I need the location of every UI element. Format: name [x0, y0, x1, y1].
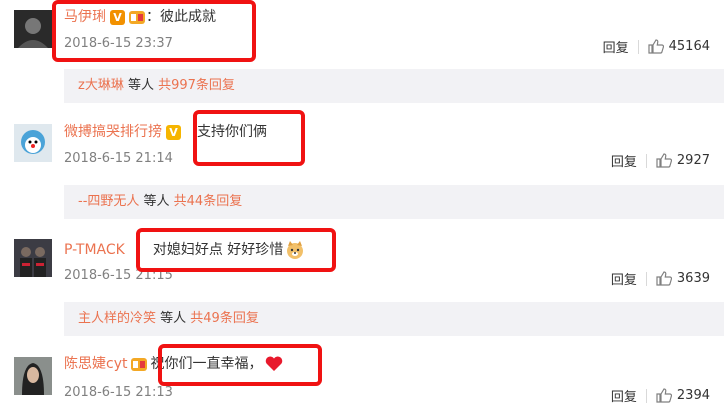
comment-text: 祝你们一直幸福，	[150, 356, 263, 372]
timestamp: 2018-6-15 21:15	[64, 268, 173, 283]
username-link[interactable]: 微搏搞哭排行搒	[64, 121, 162, 143]
comment-actions: 回复 3639	[611, 269, 710, 288]
like-button[interactable]: 2394	[656, 388, 710, 403]
divider	[637, 39, 639, 54]
reply-user-link[interactable]: 主人样的冷笑	[78, 311, 156, 326]
like-button[interactable]: 45164	[648, 39, 710, 54]
comment-item: 陈思婕cyt 祝你们一直幸福， 2018-6-15 21:13 回复 2394	[0, 345, 724, 417]
like-button[interactable]: 3639	[656, 271, 710, 286]
comment-item: 微搏搞哭排行搒 V 支持你们俩 2018-6-15 21:14 回复 2927	[0, 110, 724, 182]
avatar[interactable]	[14, 357, 52, 395]
reply-summary-text: 等人	[123, 78, 159, 93]
verified-badge-icon: V	[166, 124, 181, 140]
like-count: 2927	[676, 153, 710, 168]
avatar[interactable]	[14, 239, 52, 277]
like-count: 3639	[676, 271, 710, 286]
comment-text: 对媳妇好点 好好珍惜	[152, 242, 284, 258]
reply-summary-text: 等人	[139, 194, 174, 209]
reply-button[interactable]: 回复	[603, 37, 629, 56]
timestamp: 2018-6-15 21:13	[64, 385, 173, 400]
reply-button[interactable]: 回复	[611, 386, 637, 405]
like-count: 45164	[668, 39, 710, 54]
timestamp: 2018-6-15 21:14	[64, 151, 173, 166]
divider	[645, 153, 647, 168]
comment-text: 支持你们俩	[197, 124, 267, 140]
thumbs-up-icon	[648, 39, 664, 54]
medal-icon	[128, 8, 146, 26]
reply-user-link[interactable]: --四野无人	[78, 194, 139, 209]
heart-emoji-icon	[264, 354, 284, 374]
reply-summary: z大琳琳 等人 共997条回复	[64, 69, 724, 103]
username-link[interactable]: 马伊琍	[64, 6, 106, 28]
thumbs-up-icon	[656, 271, 672, 286]
reply-count-link[interactable]: 共44条回复	[174, 194, 243, 209]
comment-actions: 回复 2927	[611, 151, 710, 170]
comment-actions: 回复 2394	[611, 386, 710, 405]
comment-item: P-TMACK 对媳妇好点 好好珍惜 2018-6-15 21:15 回复 36…	[0, 225, 724, 297]
like-button[interactable]: 2927	[656, 153, 710, 168]
medal-icon	[130, 355, 148, 373]
divider	[645, 388, 647, 403]
comment-item: 马伊琍 V ：彼此成就 2018-6-15 23:37 回复 45164	[0, 0, 724, 72]
timestamp: 2018-6-15 23:37	[64, 36, 173, 51]
thumbs-up-icon	[656, 153, 672, 168]
reply-summary: 主人样的冷笑 等人 共49条回复	[64, 302, 724, 336]
like-count: 2394	[676, 388, 710, 403]
comment-text: ：彼此成就	[146, 9, 216, 25]
reply-user-link[interactable]: z大琳琳	[78, 78, 124, 93]
reply-summary-text: 等人	[156, 311, 191, 326]
divider	[645, 271, 647, 286]
doge-emoji-icon	[285, 240, 305, 260]
thumbs-up-icon	[656, 388, 672, 403]
avatar[interactable]	[14, 124, 52, 162]
reply-count-link[interactable]: 共49条回复	[190, 311, 259, 326]
verified-badge-icon: V	[110, 9, 125, 25]
reply-summary: --四野无人 等人 共44条回复	[64, 185, 724, 219]
reply-count-link[interactable]: 共997条回复	[158, 78, 235, 93]
comment-actions: 回复 45164	[603, 37, 710, 56]
avatar[interactable]	[14, 10, 52, 48]
reply-button[interactable]: 回复	[611, 269, 637, 288]
username-link[interactable]: 陈思婕cyt	[64, 353, 127, 375]
username-link[interactable]: P-TMACK	[64, 239, 125, 261]
reply-button[interactable]: 回复	[611, 151, 637, 170]
